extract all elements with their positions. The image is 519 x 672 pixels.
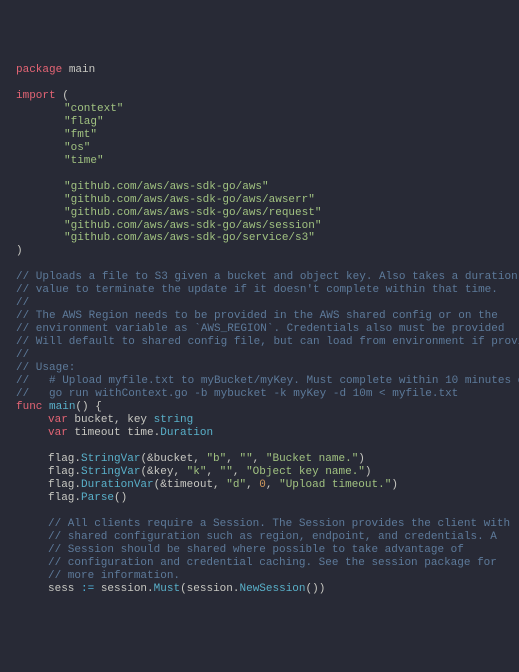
comment-line: // environment variable as `AWS_REGION`.…: [16, 323, 503, 336]
flag-stringvar-bucket: flag.StringVar(&bucket, "b", "", "Bucket…: [16, 453, 503, 466]
import-path: "flag": [16, 116, 503, 129]
flag-parse: flag.Parse(): [16, 492, 503, 505]
blank-line: [16, 440, 503, 453]
sess-assign: sess := session.Must(session.NewSession(…: [16, 583, 503, 596]
comment-line: // Uploads a file to S3 given a bucket a…: [16, 271, 503, 284]
blank-line: [16, 168, 503, 181]
comment-line: // shared configuration such as region, …: [16, 531, 503, 544]
import-path: "time": [16, 155, 503, 168]
comment-line: // # Upload myfile.txt to myBucket/myKey…: [16, 375, 503, 388]
comment-line: //: [16, 297, 503, 310]
comment-line: // Will default to shared config file, b…: [16, 336, 503, 349]
import-path: "context": [16, 103, 503, 116]
import-path: "github.com/aws/aws-sdk-go/aws/request": [16, 207, 503, 220]
var-decl: var bucket, key string: [16, 414, 503, 427]
import-close: ): [16, 245, 503, 258]
comment-line: // more information.: [16, 570, 503, 583]
comment-line: //: [16, 349, 503, 362]
import-path: "fmt": [16, 129, 503, 142]
comment-line: // Session should be shared where possib…: [16, 544, 503, 557]
import-path: "github.com/aws/aws-sdk-go/service/s3": [16, 232, 503, 245]
blank-line: [16, 77, 503, 90]
flag-durationvar-timeout: flag.DurationVar(&timeout, "d", 0, "Uplo…: [16, 479, 503, 492]
flag-stringvar-key: flag.StringVar(&key, "k", "", "Object ke…: [16, 466, 503, 479]
comment-line: // Usage:: [16, 362, 503, 375]
blank-line: [16, 258, 503, 271]
code-editor: package main import ("context""flag""fmt…: [16, 64, 503, 596]
comment-line: // go run withContext.go -b mybucket -k …: [16, 388, 503, 401]
import-path: "github.com/aws/aws-sdk-go/aws/session": [16, 220, 503, 233]
comment-line: // value to terminate the update if it d…: [16, 284, 503, 297]
comment-line: // All clients require a Session. The Se…: [16, 518, 503, 531]
import-path: "github.com/aws/aws-sdk-go/aws/awserr": [16, 194, 503, 207]
blank-line: [16, 505, 503, 518]
comment-line: // configuration and credential caching.…: [16, 557, 503, 570]
func-decl: func main() {: [16, 401, 503, 414]
import-path: "github.com/aws/aws-sdk-go/aws": [16, 181, 503, 194]
import-path: "os": [16, 142, 503, 155]
package-decl: package main: [16, 64, 503, 77]
comment-line: // The AWS Region needs to be provided i…: [16, 310, 503, 323]
import-open: import (: [16, 90, 503, 103]
var-decl: var timeout time.Duration: [16, 427, 503, 440]
